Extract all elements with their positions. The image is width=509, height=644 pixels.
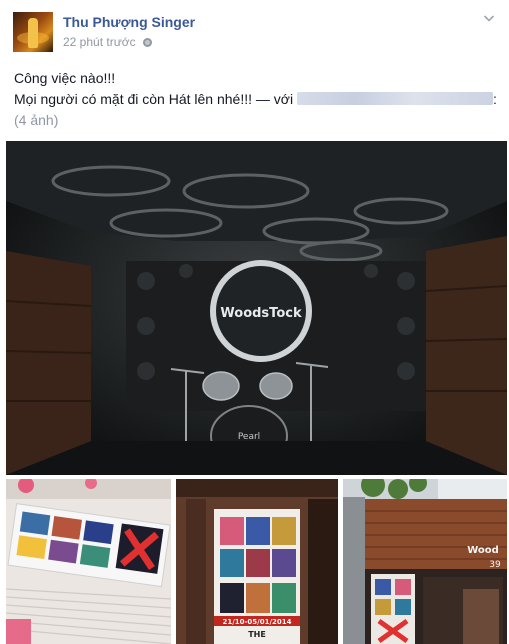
post-line-2-end: :: [492, 91, 497, 107]
author-name-link[interactable]: Thu Phượng Singer: [63, 14, 195, 30]
poster-the-text: THE: [248, 630, 266, 639]
avatar-figure: [28, 18, 38, 48]
post-line-2-text: Mọi người có mặt đi còn Hát lên nhé!!! —…: [14, 91, 294, 107]
post-meta: 22 phút trước: [63, 35, 152, 49]
tagged-friends-blurred[interactable]: [296, 92, 493, 105]
author-avatar[interactable]: [13, 12, 53, 52]
photo-posters-stack[interactable]: [6, 479, 171, 644]
post-text: Công việc nào!!! Mọi người có mặt đi còn…: [14, 68, 499, 131]
posters-illustration: [6, 479, 171, 644]
facebook-post: Thu Phượng Singer 22 phút trước Công việ…: [0, 0, 509, 644]
chevron-down-icon[interactable]: [483, 12, 495, 24]
post-line-2: Mọi người có mặt đi còn Hát lên nhé!!! —…: [14, 89, 499, 110]
poster-door-illustration: 21/10-05/01/2014 THE: [176, 479, 338, 644]
poster-banner-text: 21/10-05/01/2014: [222, 618, 291, 626]
drum-brand-text: Pearl: [238, 432, 260, 442]
post-line-1: Công việc nào!!!: [14, 70, 116, 86]
storefront-sign-text: Wood: [467, 545, 499, 556]
photo-storefront[interactable]: Wood 39: [343, 479, 507, 644]
post-timestamp[interactable]: 22 phút trước: [63, 35, 136, 49]
photo-poster-door[interactable]: 21/10-05/01/2014 THE: [176, 479, 338, 644]
photo-count[interactable]: (4 ảnh): [14, 110, 499, 131]
photo-main-stage[interactable]: WoodsTock Pearl: [6, 141, 507, 475]
stage-sign-text: WoodsTock: [220, 306, 302, 321]
storefront-number-text: 39: [489, 560, 501, 570]
stage-illustration: WoodsTock Pearl: [6, 141, 507, 475]
storefront-illustration: Wood 39: [343, 479, 507, 644]
globe-icon[interactable]: [142, 38, 152, 47]
